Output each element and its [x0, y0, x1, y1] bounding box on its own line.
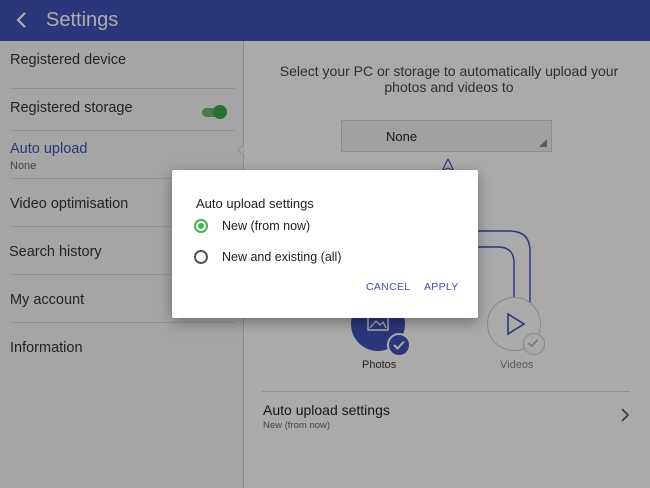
dialog-title: Auto upload settings	[196, 196, 314, 211]
cancel-button[interactable]: CANCEL	[366, 281, 410, 293]
radio-button-selected[interactable]	[194, 219, 208, 233]
auto-upload-settings-dialog: Auto upload settings New (from now) New …	[172, 170, 478, 318]
radio-button[interactable]	[194, 250, 208, 264]
option-label: New and existing (all)	[222, 250, 342, 264]
option-label: New (from now)	[222, 219, 311, 233]
apply-button[interactable]: APPLY	[424, 281, 459, 293]
